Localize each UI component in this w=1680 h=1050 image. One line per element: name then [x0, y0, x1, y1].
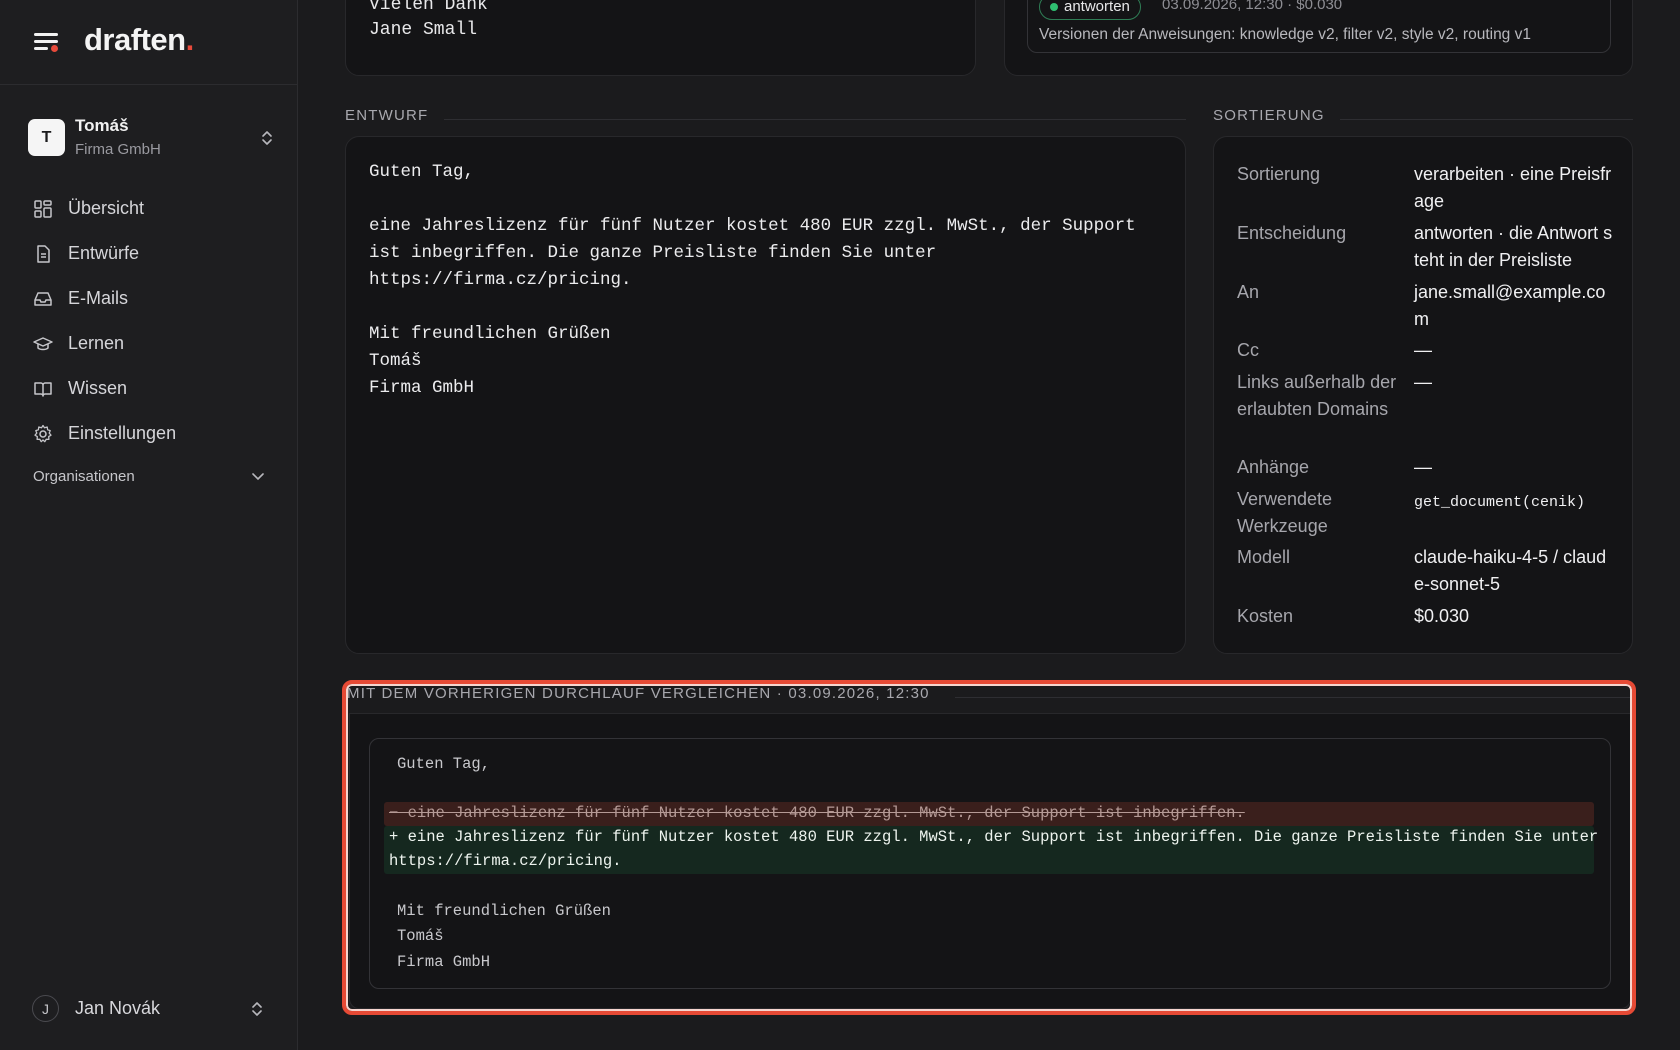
email-line: Vielen Dank	[369, 0, 488, 15]
sorting-key: Entscheidung	[1237, 223, 1347, 243]
draft-card: Guten Tag, eine Jahreslizenz für fünf Nu…	[345, 136, 1186, 654]
sidebar-item-label: Wissen	[68, 378, 128, 398]
sidebar-item-learn[interactable]: Lernen	[32, 321, 282, 366]
draft-body[interactable]: Guten Tag, eine Jahreslizenz für fünf Nu…	[369, 159, 1169, 402]
account-name: Tomáš	[75, 116, 129, 135]
book-icon	[32, 378, 54, 400]
sidebar-item-emails[interactable]: E-Mails	[32, 276, 282, 321]
user-name: Jan Novák	[75, 998, 161, 1018]
sorting-key: An	[1237, 282, 1260, 302]
original-email-card: Vielen Dank Jane Small	[345, 0, 976, 76]
draft-section-label: Entwurf	[345, 107, 429, 124]
menu-icon[interactable]	[34, 31, 60, 53]
sorting-value: claude-haiku-4-5 / claude-sonnet-5	[1414, 547, 1607, 594]
account-org: Firma GmbH	[75, 141, 161, 158]
organizations-label: Organisationen	[33, 468, 135, 485]
run-status-card: antworten 03.09.2026, 12:30 · $0.030 Ver…	[1004, 0, 1633, 76]
sorting-key: Verwendete Werkzeuge	[1237, 489, 1333, 536]
chevron-updown-icon	[262, 131, 272, 145]
email-line: Jane Small	[369, 20, 478, 40]
user-avatar: J	[32, 995, 59, 1022]
sorting-value: get_document(cenik)	[1414, 494, 1586, 511]
sidebar-item-label: Lernen	[68, 333, 125, 353]
account-switcher[interactable]: T Tomáš Firma GmbH	[28, 116, 274, 164]
divider	[444, 119, 1186, 120]
sorting-card: Sortierung verarbeiten · eine Preisfrage…	[1213, 136, 1633, 654]
sidebar-item-knowledge[interactable]: Wissen	[32, 366, 282, 411]
sidebar-item-drafts[interactable]: Entwürfe	[32, 231, 282, 276]
sorting-key: Kosten	[1237, 606, 1294, 626]
run-status-box: antworten 03.09.2026, 12:30 · $0.030 Ver…	[1027, 0, 1611, 53]
sorting-value: —	[1414, 340, 1432, 360]
inbox-icon	[32, 288, 54, 310]
sorting-value: jane.small@example.com	[1414, 282, 1606, 329]
chevron-down-icon	[252, 473, 264, 481]
brand-header: draften.	[0, 0, 298, 85]
sorting-value: —	[1414, 372, 1432, 392]
divider	[1340, 119, 1633, 120]
user-menu[interactable]: J Jan Novák	[32, 994, 264, 1024]
instruction-versions: Versionen der Anweisungen: knowledge v2,…	[1039, 26, 1531, 43]
graduation-cap-icon	[32, 333, 54, 355]
run-meta: 03.09.2026, 12:30 · $0.030	[1162, 0, 1343, 13]
sidebar-item-overview[interactable]: Übersicht	[32, 186, 282, 231]
sorting-value: antworten · die Antwort steht in der Pre…	[1414, 223, 1613, 270]
sorting-value: $0.030	[1414, 606, 1470, 626]
account-avatar: T	[28, 119, 65, 156]
sorting-key: Anhänge	[1237, 457, 1310, 477]
sidebar-nav: Übersicht Entwürfe E-Mails Lernen Wissen…	[32, 186, 282, 456]
organizations-toggle[interactable]: Organisationen	[33, 468, 265, 490]
status-badge: antworten	[1039, 0, 1141, 20]
sorting-value: —	[1414, 457, 1432, 477]
dashboard-icon	[32, 198, 54, 220]
sorting-key: Cc	[1237, 340, 1259, 360]
document-icon	[32, 243, 54, 265]
sorting-value: verarbeiten · eine Preisfrage	[1414, 164, 1612, 211]
sidebar-item-label: Einstellungen	[68, 423, 177, 443]
sidebar-item-label: Entwürfe	[68, 243, 140, 263]
sorting-key: Sortierung	[1237, 164, 1321, 184]
sidebar: draften. T Tomáš Firma GmbH Übersicht En…	[0, 0, 298, 1050]
sidebar-item-label: Übersicht	[68, 198, 145, 218]
compare-highlight-frame	[342, 680, 1636, 1015]
sidebar-item-label: E-Mails	[68, 288, 129, 308]
sorting-key: Links außerhalb der erlaubten Domains	[1237, 372, 1397, 419]
logo[interactable]: draften.	[84, 22, 194, 58]
chevron-updown-icon	[252, 1002, 262, 1016]
gear-icon	[32, 423, 54, 445]
sorting-section-label: Sortierung	[1213, 107, 1325, 124]
sidebar-item-settings[interactable]: Einstellungen	[32, 411, 282, 456]
sorting-key: Modell	[1237, 547, 1291, 567]
